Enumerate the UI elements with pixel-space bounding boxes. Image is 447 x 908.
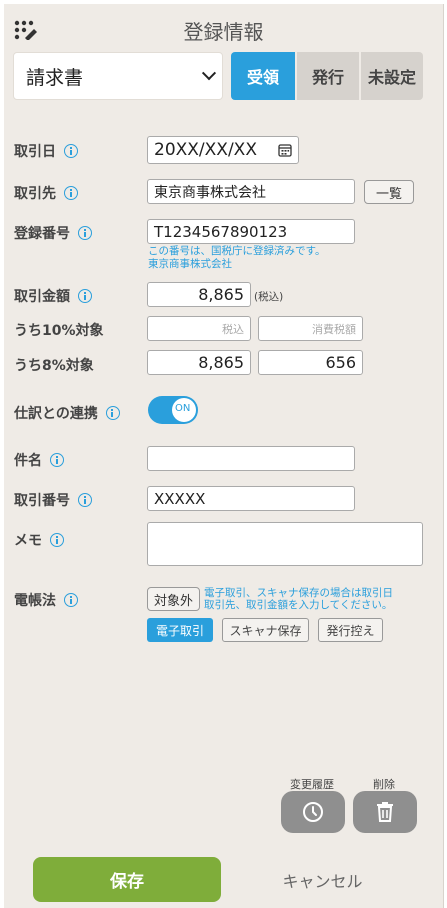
calendar-icon[interactable] <box>278 143 292 157</box>
tab-issued[interactable]: 発行 <box>297 52 359 100</box>
chip-electronic[interactable]: 電子取引 <box>147 618 213 642</box>
chevron-down-icon <box>201 66 217 81</box>
amount-unit: (税込) <box>254 291 284 303</box>
document-type-select[interactable]: 請求書 <box>13 52 223 100</box>
info-icon[interactable] <box>64 186 78 200</box>
subject-label-text: 件名 <box>14 453 42 469</box>
reg-no-note-1: この番号は、国税庁に登録済みです。 <box>148 245 326 257</box>
clock-icon <box>303 802 323 822</box>
txn-no-label: 取引番号 <box>14 490 92 510</box>
reg-no-note-2: 東京商事株式会社 <box>148 258 232 270</box>
subject-input[interactable] <box>147 446 355 471</box>
rate8-incl-input[interactable]: 8,865 <box>147 350 251 375</box>
txn-no-input[interactable]: XXXXX <box>147 486 355 511</box>
exempt-button[interactable]: 対象外 <box>147 587 200 611</box>
date-value: 20XX/XX/XX <box>154 140 257 160</box>
journal-toggle[interactable]: ON <box>148 396 198 424</box>
partner-label: 取引先 <box>14 183 78 203</box>
info-icon[interactable] <box>64 144 78 158</box>
partner-label-text: 取引先 <box>14 186 56 202</box>
journal-label: 仕訳との連携 <box>14 403 120 423</box>
date-label-text: 取引日 <box>14 144 56 160</box>
tab-received[interactable]: 受領 <box>231 52 295 100</box>
partner-list-button[interactable]: 一覧 <box>364 180 414 204</box>
toggle-text: ON <box>175 403 191 414</box>
partner-input[interactable]: 東京商事株式会社 <box>147 179 355 204</box>
memo-label: メモ <box>14 530 64 550</box>
delete-label: 削除 <box>373 778 395 791</box>
txn-no-label-text: 取引番号 <box>14 493 70 509</box>
document-type-value: 請求書 <box>26 66 84 89</box>
rate10-label: うち10%対象 <box>14 323 104 339</box>
history-label: 変更履歴 <box>290 778 334 791</box>
amount-label: 取引金額 <box>14 286 92 306</box>
rate8-label: うち8%対象 <box>14 358 94 374</box>
save-button[interactable]: 保存 <box>33 857 221 902</box>
info-icon[interactable] <box>50 453 64 467</box>
date-field[interactable]: 20XX/XX/XX <box>147 136 299 164</box>
info-icon[interactable] <box>64 593 78 607</box>
reg-no-label: 登録番号 <box>14 223 92 243</box>
cancel-button[interactable]: キャンセル <box>270 857 375 902</box>
delete-button[interactable] <box>353 791 417 833</box>
ebook-label-text: 電帳法 <box>14 593 56 609</box>
subject-label: 件名 <box>14 450 64 470</box>
amount-label-text: 取引金額 <box>14 289 70 305</box>
info-icon[interactable] <box>78 226 92 240</box>
info-icon[interactable] <box>78 493 92 507</box>
ebook-label: 電帳法 <box>14 590 78 610</box>
rate8-tax-input[interactable]: 656 <box>258 350 363 375</box>
info-icon[interactable] <box>105 406 120 420</box>
history-button[interactable] <box>281 791 345 833</box>
reg-no-label-text: 登録番号 <box>14 226 70 242</box>
memo-label-text: メモ <box>14 533 42 549</box>
chip-issued-copy[interactable]: 発行控え <box>318 618 383 642</box>
memo-textarea[interactable] <box>147 522 423 566</box>
ebook-note-2: 取引先、取引金額を入力してください。 <box>204 599 393 611</box>
chip-scanner[interactable]: スキャナ保存 <box>222 618 309 642</box>
info-icon[interactable] <box>78 289 92 303</box>
page-title: 登録情報 <box>183 20 264 44</box>
reg-no-input[interactable]: T1234567890123 <box>147 219 355 244</box>
rate10-tax-input[interactable]: 消費税額 <box>258 316 363 341</box>
trash-icon <box>377 802 393 822</box>
tab-unset[interactable]: 未設定 <box>361 52 423 100</box>
journal-label-text: 仕訳との連携 <box>14 406 98 422</box>
date-label: 取引日 <box>14 141 78 161</box>
rate10-incl-input[interactable]: 税込 <box>147 316 251 341</box>
info-icon[interactable] <box>50 533 64 547</box>
amount-input[interactable]: 8,865 <box>147 282 251 307</box>
